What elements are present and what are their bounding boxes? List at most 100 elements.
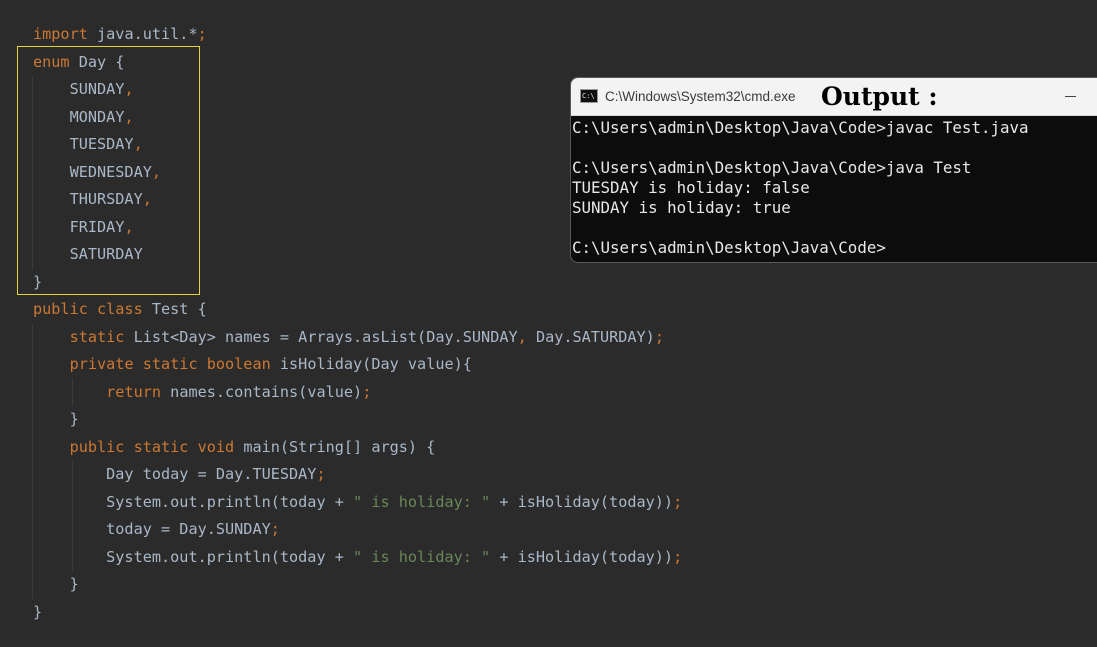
indent-guide [32, 461, 33, 489]
code-token: , [142, 190, 152, 208]
code-token: names.contains(value) [170, 382, 363, 401]
code-line: } [0, 599, 1097, 627]
code-token: ; [270, 520, 280, 538]
indent-guide [72, 543, 73, 571]
console-title-bar[interactable]: C:\ C:\Windows\System32\cmd.exe Output : [571, 78, 1097, 116]
code-token: ; [654, 327, 664, 346]
code-line: Day today = Day.TUESDAY; [0, 461, 1097, 489]
indent-guide [32, 406, 33, 434]
code-token: + isHoliday(today)) [490, 547, 674, 566]
indent-guide [32, 213, 33, 241]
indent-guide [32, 103, 33, 131]
code-token: Test { [151, 300, 207, 318]
code-token: Day today = Day.TUESDAY [33, 465, 317, 483]
indent-guide [32, 433, 33, 461]
code-token: public class [33, 300, 152, 318]
code-token: static [69, 327, 134, 346]
indent-guide [32, 516, 33, 544]
code-token: , [151, 162, 162, 181]
code-token: List<Day> names = Arrays.asList(Day.SUND… [133, 327, 518, 346]
code-token: ; [197, 25, 207, 43]
indent-guide [32, 351, 33, 379]
indent-guide [72, 516, 73, 544]
code-token: Day.SATURDAY) [535, 327, 655, 346]
code-line: today = Day.SUNDAY; [0, 516, 1097, 544]
code-token: java.util.* [97, 25, 198, 43]
code-line: private static boolean isHoliday(Day val… [0, 351, 1097, 379]
code-token: , [124, 80, 134, 98]
code-line: enum Day { [0, 49, 1097, 77]
code-line: System.out.println(today + " is holiday:… [0, 488, 1097, 516]
code-line: } [0, 269, 1097, 297]
cmd-icon: C:\ [580, 89, 598, 103]
code-token: } [33, 575, 79, 593]
code-token: , [517, 327, 536, 346]
indent-guide [32, 488, 33, 516]
console-line: SUNDAY is holiday: true [572, 198, 791, 217]
code-line: System.out.println(today + " is holiday:… [0, 543, 1097, 571]
console-window-title: C:\Windows\System32\cmd.exe [605, 89, 796, 104]
code-token: , [124, 217, 134, 236]
console-line: C:\Users\admin\Desktop\Java\Code>javac T… [572, 118, 1029, 137]
code-token: FRIDAY [33, 217, 125, 236]
code-line: public static void main(String[] args) { [0, 433, 1097, 461]
code-token: SUNDAY [33, 80, 125, 98]
code-line: } [0, 571, 1097, 599]
code-token: " is holiday: " [353, 547, 491, 566]
code-token: ; [673, 547, 683, 566]
indent-guide [72, 488, 73, 516]
console-line: C:\Users\admin\Desktop\Java\Code> [572, 238, 886, 257]
code-token: } [33, 272, 43, 291]
code-line: static List<Day> names = Arrays.asList(D… [0, 323, 1097, 351]
code-token: , [124, 107, 134, 126]
code-token: System.out.println(today + [33, 492, 354, 511]
output-label: Output : [821, 82, 938, 111]
code-token: ; [362, 382, 372, 401]
code-token: MONDAY [33, 107, 125, 126]
code-token: import [33, 25, 98, 43]
code-token: return [106, 382, 171, 401]
code-token: + isHoliday(today)) [490, 492, 674, 511]
code-token: public static void [69, 437, 244, 456]
console-output[interactable]: C:\Users\admin\Desktop\Java\Code>javac T… [571, 116, 1097, 258]
indent-guide [32, 158, 33, 186]
minimize-icon [1065, 96, 1076, 97]
indent-guide [32, 543, 33, 571]
code-token: enum [33, 52, 79, 71]
console-line: TUESDAY is holiday: false [572, 178, 810, 197]
indent-guide [32, 131, 33, 159]
code-token: private static boolean [69, 355, 280, 373]
code-token: main(String[] args) { [243, 437, 436, 456]
code-line: public class Test { [0, 296, 1097, 324]
minimize-button[interactable] [1055, 78, 1087, 115]
code-token: TUESDAY [33, 135, 134, 153]
indent-guide [72, 461, 73, 489]
code-token: today = Day.SUNDAY [33, 520, 271, 538]
code-token: Day { [78, 52, 125, 71]
indent-guide [32, 378, 33, 406]
indent-guide [32, 76, 33, 104]
indent-guide [32, 571, 33, 599]
code-line: import java.util.*; [0, 21, 1097, 49]
console-line: C:\Users\admin\Desktop\Java\Code>java Te… [572, 158, 972, 177]
code-token: isHoliday(Day value){ [279, 355, 472, 373]
code-token: , [133, 135, 143, 153]
indent-guide [32, 323, 33, 351]
code-token: SATURDAY [33, 245, 143, 263]
code-line: } [0, 406, 1097, 434]
indent-guide [32, 186, 33, 214]
code-token: } [33, 410, 79, 428]
code-token: ; [673, 492, 683, 511]
code-token: THURSDAY [33, 190, 143, 208]
code-token: " is holiday: " [353, 492, 491, 511]
code-token: ; [316, 465, 326, 483]
code-token: WEDNESDAY [33, 162, 152, 181]
code-line: return names.contains(value); [0, 378, 1097, 406]
console-window[interactable]: C:\ C:\Windows\System32\cmd.exe Output :… [570, 77, 1097, 263]
